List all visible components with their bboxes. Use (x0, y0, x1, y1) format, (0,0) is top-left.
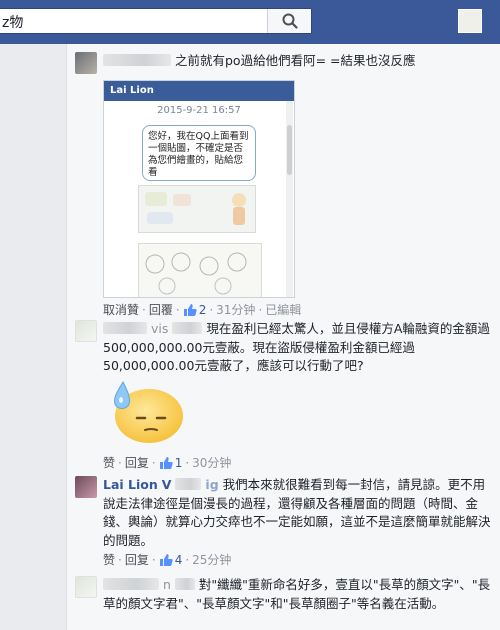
comment-text: 對"纖纖"重新命名好多，壹直以"長草的顏文字"、"長草的顏文字君"、"長草顏文字… (103, 577, 491, 611)
comment: Lai Lion V ig 我們本來就很難看到每一封信，請見諒。更不用說走法律途… (75, 476, 494, 570)
like-count[interactable]: 2 (199, 303, 207, 317)
search-icon (282, 13, 298, 29)
avatar[interactable] (75, 52, 97, 74)
comment-thread: 之前就有po過給他們看阿= =結果也沒反應 Lai Lion 2015-9-21… (66, 44, 500, 630)
sticker-grid (138, 243, 262, 297)
commenter-name[interactable]: Lai Lion (103, 477, 158, 492)
commenter-name-fragment[interactable]: vis (151, 321, 168, 336)
commenter-name-fragment[interactable]: ig (205, 477, 218, 492)
unlike-button[interactable]: 取消贊 (103, 301, 139, 318)
comment-text: 之前就有po過給他們看阿= =結果也沒反應 (174, 53, 416, 68)
avatar[interactable] (75, 576, 97, 598)
comment-actions: 取消贊 · 回覆 · 2 · 31分钟 · 已編輯 (103, 301, 302, 318)
avatar[interactable] (75, 476, 97, 498)
timestamp[interactable]: 25分钟 (192, 551, 231, 568)
commenter-name-redacted[interactable] (103, 322, 147, 334)
top-bar: z物 (0, 0, 500, 44)
sticker-doodle-icon (145, 192, 246, 225)
thumbs-up-icon[interactable] (159, 553, 173, 567)
search-input[interactable]: z物 (2, 12, 23, 32)
avatar[interactable] (75, 320, 97, 342)
screenshot-attachment[interactable]: Lai Lion 2015-9-21 16:57 您好，我在QQ上面看到一個貼圖… (103, 80, 295, 298)
attachment-header: Lai Lion (104, 81, 294, 101)
commenter-name-redacted[interactable] (103, 54, 171, 66)
sweat-emoji-sticker (114, 380, 183, 443)
like-count[interactable]: 4 (175, 553, 183, 567)
edited-label[interactable]: 已編輯 (265, 301, 301, 318)
commenter-name-fragment[interactable]: V (162, 477, 172, 492)
like-button[interactable]: 赞 (103, 551, 115, 568)
message-bubble: 您好，我在QQ上面看到一個貼圖，不確定是否為您們繪畫的，貼給您看 (142, 125, 256, 181)
comment: 之前就有po過給他們看阿= =結果也沒反應 Lai Lion 2015-9-21… (75, 52, 494, 324)
like-count[interactable]: 1 (175, 456, 183, 470)
reply-button[interactable]: 回复 (125, 551, 149, 568)
comment: n 對"纖纖"重新命名好多，壹直以"長草的顏文字"、"長草的顏文字君"、"長草顏… (75, 576, 494, 630)
timestamp[interactable]: 31分钟 (216, 301, 255, 318)
search-box[interactable]: z物 (0, 8, 312, 34)
commenter-name-fragment[interactable]: n (163, 577, 171, 592)
commenter-name-redacted[interactable] (103, 578, 159, 590)
comment-actions: 赞 · 回复 · 1 · 30分钟 (103, 454, 232, 471)
thumbs-up-icon[interactable] (183, 303, 197, 317)
like-button[interactable]: 赞 (103, 454, 115, 471)
attachment-date: 2015-9-21 16:57 (157, 105, 241, 116)
sticker-image (138, 185, 256, 233)
reply-button[interactable]: 回覆 (149, 301, 173, 318)
reply-button[interactable]: 回复 (125, 454, 149, 471)
comment-actions: 赞 · 回复 · 4 · 25分钟 (103, 551, 232, 568)
profile-avatar[interactable] (458, 9, 482, 33)
attachment-scroll-thumb[interactable] (287, 125, 292, 175)
sticker-faces-icon (145, 252, 247, 295)
search-button[interactable] (267, 9, 311, 33)
comment: vis 現在盈利已經太驚人，並且侵權方A輪融資的金額過500,000,000.0… (75, 320, 494, 470)
timestamp[interactable]: 30分钟 (192, 454, 231, 471)
thumbs-up-icon[interactable] (159, 456, 173, 470)
